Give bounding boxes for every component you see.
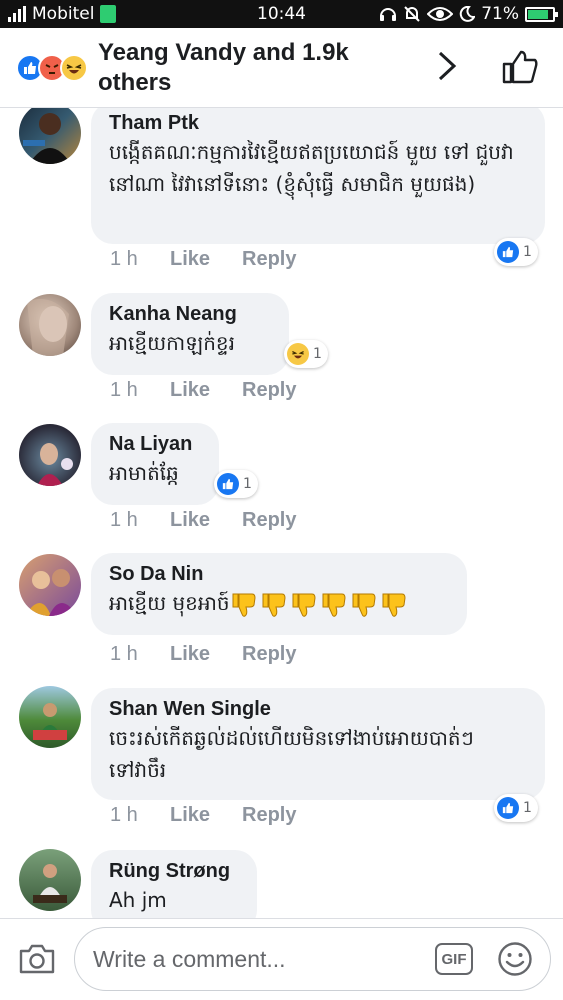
commenter-name[interactable]: So Da Nin [109, 561, 449, 587]
like-link[interactable]: Like [170, 509, 242, 532]
battery-icon [525, 6, 558, 22]
comment-input-placeholder: Write a comment... [93, 946, 286, 972]
avatar[interactable] [19, 424, 81, 486]
commenter-name[interactable]: Shan Wen Single [109, 696, 527, 722]
avatar[interactable] [19, 554, 81, 616]
comment-item: Tham Ptk បង្កើតគណៈកម្មការវៃខ្មើយឥតប្រយោជ… [0, 108, 563, 283]
commenter-name[interactable]: Tham Ptk [109, 110, 527, 136]
reaction-summary[interactable] [16, 54, 96, 84]
reply-link[interactable]: Reply [242, 643, 296, 666]
thumbs-down-icon [352, 593, 376, 617]
thumbs-down-icon [322, 593, 346, 617]
comment-actions: 1 h Like Reply [110, 804, 296, 827]
emoji-icon[interactable] [497, 941, 533, 977]
reaction-count-badge[interactable]: 1 [494, 794, 538, 822]
like-link[interactable]: Like [170, 804, 242, 827]
comment-actions: 1 h Like Reply [110, 643, 296, 666]
like-reaction-icon [217, 473, 239, 495]
comment-bubble[interactable]: So Da Nin អាខ្មើយ មុខអាច៍ [91, 553, 467, 635]
thumbs-down-icon [232, 593, 256, 617]
mute-bell-icon [404, 6, 420, 22]
gif-button[interactable]: GIF [435, 943, 473, 975]
thumbs-down-emoji-row [230, 592, 408, 618]
comment-actions: 1 h Like Reply [110, 379, 296, 402]
reaction-count-badge[interactable]: 1 [284, 340, 328, 368]
reaction-count-badge[interactable]: 1 [494, 238, 538, 266]
status-bar: Mobitel 10:44 71% [0, 0, 563, 28]
comment-time: 1 h [110, 379, 138, 401]
comment-text: Ah jm [109, 888, 167, 912]
comment-text: អាខ្មើយកាឡក់ខ្ទរ [109, 331, 235, 355]
thumbs-down-icon [262, 593, 286, 617]
haha-reaction-icon [287, 343, 309, 365]
comment-time: 1 h [110, 248, 138, 270]
thumbs-down-icon [292, 593, 316, 617]
comment-text: ចេះរស់កើតឆ្ងល់ដល់ហើយមិនទៅងាប់អោយបាត់ៗទៅវ… [109, 726, 474, 782]
comment-item: Rüng Strøng Ah jm [0, 849, 563, 918]
comment-actions: 1 h Like Reply [110, 248, 296, 271]
headset-icon [380, 8, 397, 21]
comment-text: អាខ្មើយ មុខអាច៍ [109, 591, 230, 615]
haha-reaction-icon [60, 54, 88, 82]
comment-item: Shan Wen Single ចេះរស់កើតឆ្ងល់ដល់ហើយមិនទ… [0, 686, 563, 838]
avatar[interactable] [19, 108, 81, 164]
reply-link[interactable]: Reply [242, 379, 296, 402]
comment-list[interactable]: Tham Ptk បង្កើតគណៈកម្មការវៃខ្មើយឥតប្រយោជ… [0, 108, 563, 918]
comment-time: 1 h [110, 643, 138, 665]
reaction-count-badge[interactable]: 1 [214, 470, 258, 498]
eye-icon [427, 7, 454, 21]
reaction-count: 1 [243, 476, 252, 492]
like-link[interactable]: Like [170, 248, 242, 271]
commenter-name[interactable]: Na Liyan [109, 431, 201, 457]
comment-text: អាមាត់ឆ្កែ [109, 461, 179, 485]
commenter-name[interactable]: Rüng Strøng [109, 858, 239, 884]
reply-link[interactable]: Reply [242, 248, 296, 271]
comment-input[interactable]: Write a comment... GIF [74, 927, 551, 991]
thumbs-down-icon [382, 593, 406, 617]
comment-item: Kanha Neang អាខ្មើយកាឡក់ខ្ទរ 1 1 h Like … [0, 293, 563, 413]
reaction-count: 1 [313, 346, 322, 362]
like-reaction-icon [497, 241, 519, 263]
like-link[interactable]: Like [170, 379, 242, 402]
like-reaction-icon [497, 797, 519, 819]
reply-link[interactable]: Reply [242, 509, 296, 532]
comment-item: So Da Nin អាខ្មើយ មុខអាច៍ 1 h Like Reply [0, 553, 563, 678]
moon-icon [459, 6, 476, 22]
reactors-title[interactable]: Yeang Vandy and 1.9k others [98, 38, 398, 98]
comment-item: Na Liyan អាមាត់ឆ្កែ 1 1 h Like Reply [0, 423, 563, 543]
comment-composer: Write a comment... GIF [0, 918, 563, 1000]
comment-time: 1 h [110, 509, 138, 531]
commenter-name[interactable]: Kanha Neang [109, 301, 271, 327]
reaction-count: 1 [523, 800, 532, 816]
comment-time: 1 h [110, 804, 138, 826]
chevron-right-icon[interactable] [432, 50, 460, 82]
battery-level: 71% [481, 4, 519, 24]
comment-bubble[interactable]: Rüng Strøng Ah jm [91, 850, 257, 918]
camera-icon[interactable] [18, 943, 56, 975]
avatar[interactable] [19, 849, 81, 911]
avatar[interactable] [19, 686, 81, 748]
comment-bubble[interactable]: Shan Wen Single ចេះរស់កើតឆ្ងល់ដល់ហើយមិនទ… [91, 688, 545, 800]
clock: 10:44 [257, 4, 306, 24]
comment-bubble[interactable]: Tham Ptk បង្កើតគណៈកម្មការវៃខ្មើយឥតប្រយោជ… [91, 108, 545, 244]
avatar[interactable] [19, 294, 81, 356]
reaction-count: 1 [523, 244, 532, 260]
like-button[interactable] [502, 50, 538, 84]
comment-actions: 1 h Like Reply [110, 509, 296, 532]
comment-bubble[interactable]: Na Liyan អាមាត់ឆ្កែ [91, 423, 219, 505]
comment-text: បង្កើតគណៈកម្មការវៃខ្មើយឥតប្រយោជន៍ មួយ ទៅ… [109, 140, 514, 196]
like-link[interactable]: Like [170, 643, 242, 666]
comment-content: អាខ្មើយ មុខអាច៍ [109, 587, 449, 619]
reply-link[interactable]: Reply [242, 804, 296, 827]
comment-bubble[interactable]: Kanha Neang អាខ្មើយកាឡក់ខ្ទរ [91, 293, 289, 375]
reactions-header[interactable]: Yeang Vandy and 1.9k others [0, 28, 563, 108]
